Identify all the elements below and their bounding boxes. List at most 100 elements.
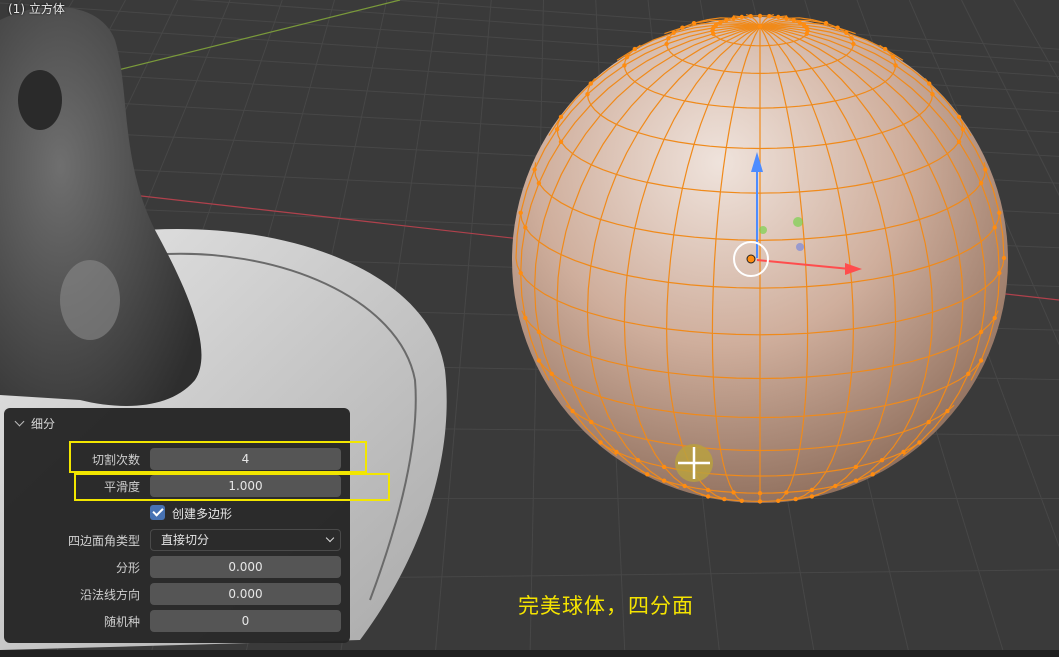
mesh-vertex	[518, 270, 523, 276]
quad-corner-type-dropdown[interactable]: 直接切分	[150, 529, 341, 551]
gizmo-y-dot	[759, 226, 767, 234]
mesh-vertex	[666, 36, 671, 41]
mesh-vertex	[645, 472, 650, 477]
mesh-vertex	[722, 496, 727, 502]
mesh-vertex	[661, 464, 667, 470]
mesh-vertex	[757, 499, 763, 504]
quad-corner-type-value: 直接切分	[161, 533, 210, 547]
mesh-vertex	[523, 225, 528, 230]
mesh-vertex	[997, 210, 1002, 215]
mesh-vertex	[890, 54, 896, 60]
mesh-vertex	[614, 449, 619, 455]
mesh-vertex	[705, 487, 711, 493]
panel-title: 细分	[31, 416, 56, 431]
mesh-vertex	[711, 31, 716, 36]
mesh-vertex	[793, 496, 798, 502]
mesh-vertex	[927, 81, 932, 86]
gizmo-z-dot	[796, 243, 804, 251]
mesh-vertex	[966, 371, 971, 376]
mesh-vertex	[983, 167, 988, 172]
mesh-vertex	[978, 181, 984, 186]
mesh-vertex	[992, 315, 997, 321]
mesh-vertex	[853, 464, 859, 470]
mesh-vertex	[997, 270, 1002, 276]
mesh-vertex	[853, 478, 859, 483]
along-normal-label: 沿法线方向	[79, 588, 140, 602]
mesh-vertex	[558, 139, 564, 144]
3d-viewport[interactable]: (1) 立方体 细分 切割次数 4 平滑度 1.000 创建多边形 四边面角类型…	[0, 0, 1059, 657]
mesh-vertex	[757, 24, 763, 29]
create-ngons-label[interactable]: 创建多边形	[172, 505, 232, 522]
mesh-vertex	[718, 20, 723, 25]
mesh-vertex	[835, 25, 840, 30]
mesh-vertex	[624, 54, 630, 60]
mesh-vertex	[776, 14, 781, 20]
mesh-vertex	[849, 36, 854, 41]
mesh-vertex	[549, 371, 554, 376]
mesh-vertex	[767, 14, 772, 19]
mesh-vertex	[523, 315, 528, 321]
mesh-vertex	[731, 490, 736, 495]
mesh-vertex	[809, 494, 815, 499]
mesh-vertex	[705, 494, 711, 499]
mesh-vertex	[960, 127, 966, 132]
mesh-vertex	[956, 114, 962, 120]
quad-corner-type-label: 四边面角类型	[67, 534, 140, 548]
mesh-vertex	[748, 14, 753, 19]
create-ngons-checkbox[interactable]	[150, 505, 165, 520]
mesh-vertex	[671, 30, 676, 35]
row-random-seed: 随机种 0	[4, 610, 350, 632]
mesh-vertex	[823, 21, 829, 26]
highlight-box-cuts	[69, 441, 367, 473]
mesh-vertex	[801, 22, 807, 28]
fractal-label: 分形	[115, 561, 140, 575]
mesh-vertex	[691, 21, 697, 26]
mesh-vertex	[589, 419, 594, 425]
mesh-vertex	[664, 41, 669, 47]
mesh-vertex	[724, 18, 729, 23]
gizmo-y-handle[interactable]	[793, 217, 803, 227]
mesh-vertex	[588, 81, 593, 86]
random-seed-field[interactable]: 0	[150, 610, 341, 632]
mesh-vertex	[797, 20, 802, 25]
mesh-vertex	[518, 210, 523, 215]
mesh-vertex	[978, 329, 984, 335]
mesh-vertex	[917, 440, 922, 445]
along-normal-field[interactable]: 0.000	[150, 583, 341, 605]
chevron-down-icon[interactable]	[14, 416, 25, 426]
chevron-down-icon	[325, 533, 335, 543]
mesh-vertex	[731, 16, 736, 21]
mesh-vertex	[833, 483, 838, 489]
mesh-vertex	[956, 139, 962, 144]
mesh-vertex	[893, 63, 898, 68]
mesh-vertex	[784, 490, 789, 495]
mesh-vertex	[870, 472, 875, 477]
mesh-vertex	[930, 92, 935, 97]
mesh-vertex	[635, 458, 641, 463]
highlight-box-smoothness	[74, 473, 390, 501]
mesh-vertex	[739, 14, 744, 20]
row-create-ngons: 创建多边形	[4, 502, 350, 524]
panel-header[interactable]: 细分	[14, 414, 55, 432]
mesh-vertex	[536, 181, 542, 186]
mesh-vertex	[558, 114, 564, 120]
mesh-vertex	[784, 16, 789, 21]
random-seed-label: 随机种	[103, 615, 140, 629]
mesh-vertex	[945, 408, 950, 414]
statue-lip	[60, 260, 120, 340]
mesh-vertex	[1001, 255, 1007, 261]
mesh-vertex	[901, 449, 906, 455]
mesh-vertex	[661, 478, 667, 483]
mesh-vertex	[851, 41, 856, 47]
object-name-label: (1) 立方体	[8, 2, 65, 16]
mesh-vertex	[598, 440, 603, 445]
mesh-vertex	[757, 13, 763, 19]
object-origin	[746, 254, 756, 264]
mesh-vertex	[879, 458, 885, 463]
mesh-vertex	[739, 498, 744, 503]
fractal-field[interactable]: 0.000	[150, 556, 341, 578]
row-along-normal: 沿法线方向 0.000	[4, 583, 350, 605]
mesh-vertex	[536, 358, 542, 363]
mesh-vertex	[680, 25, 685, 30]
mesh-vertex	[682, 483, 687, 489]
